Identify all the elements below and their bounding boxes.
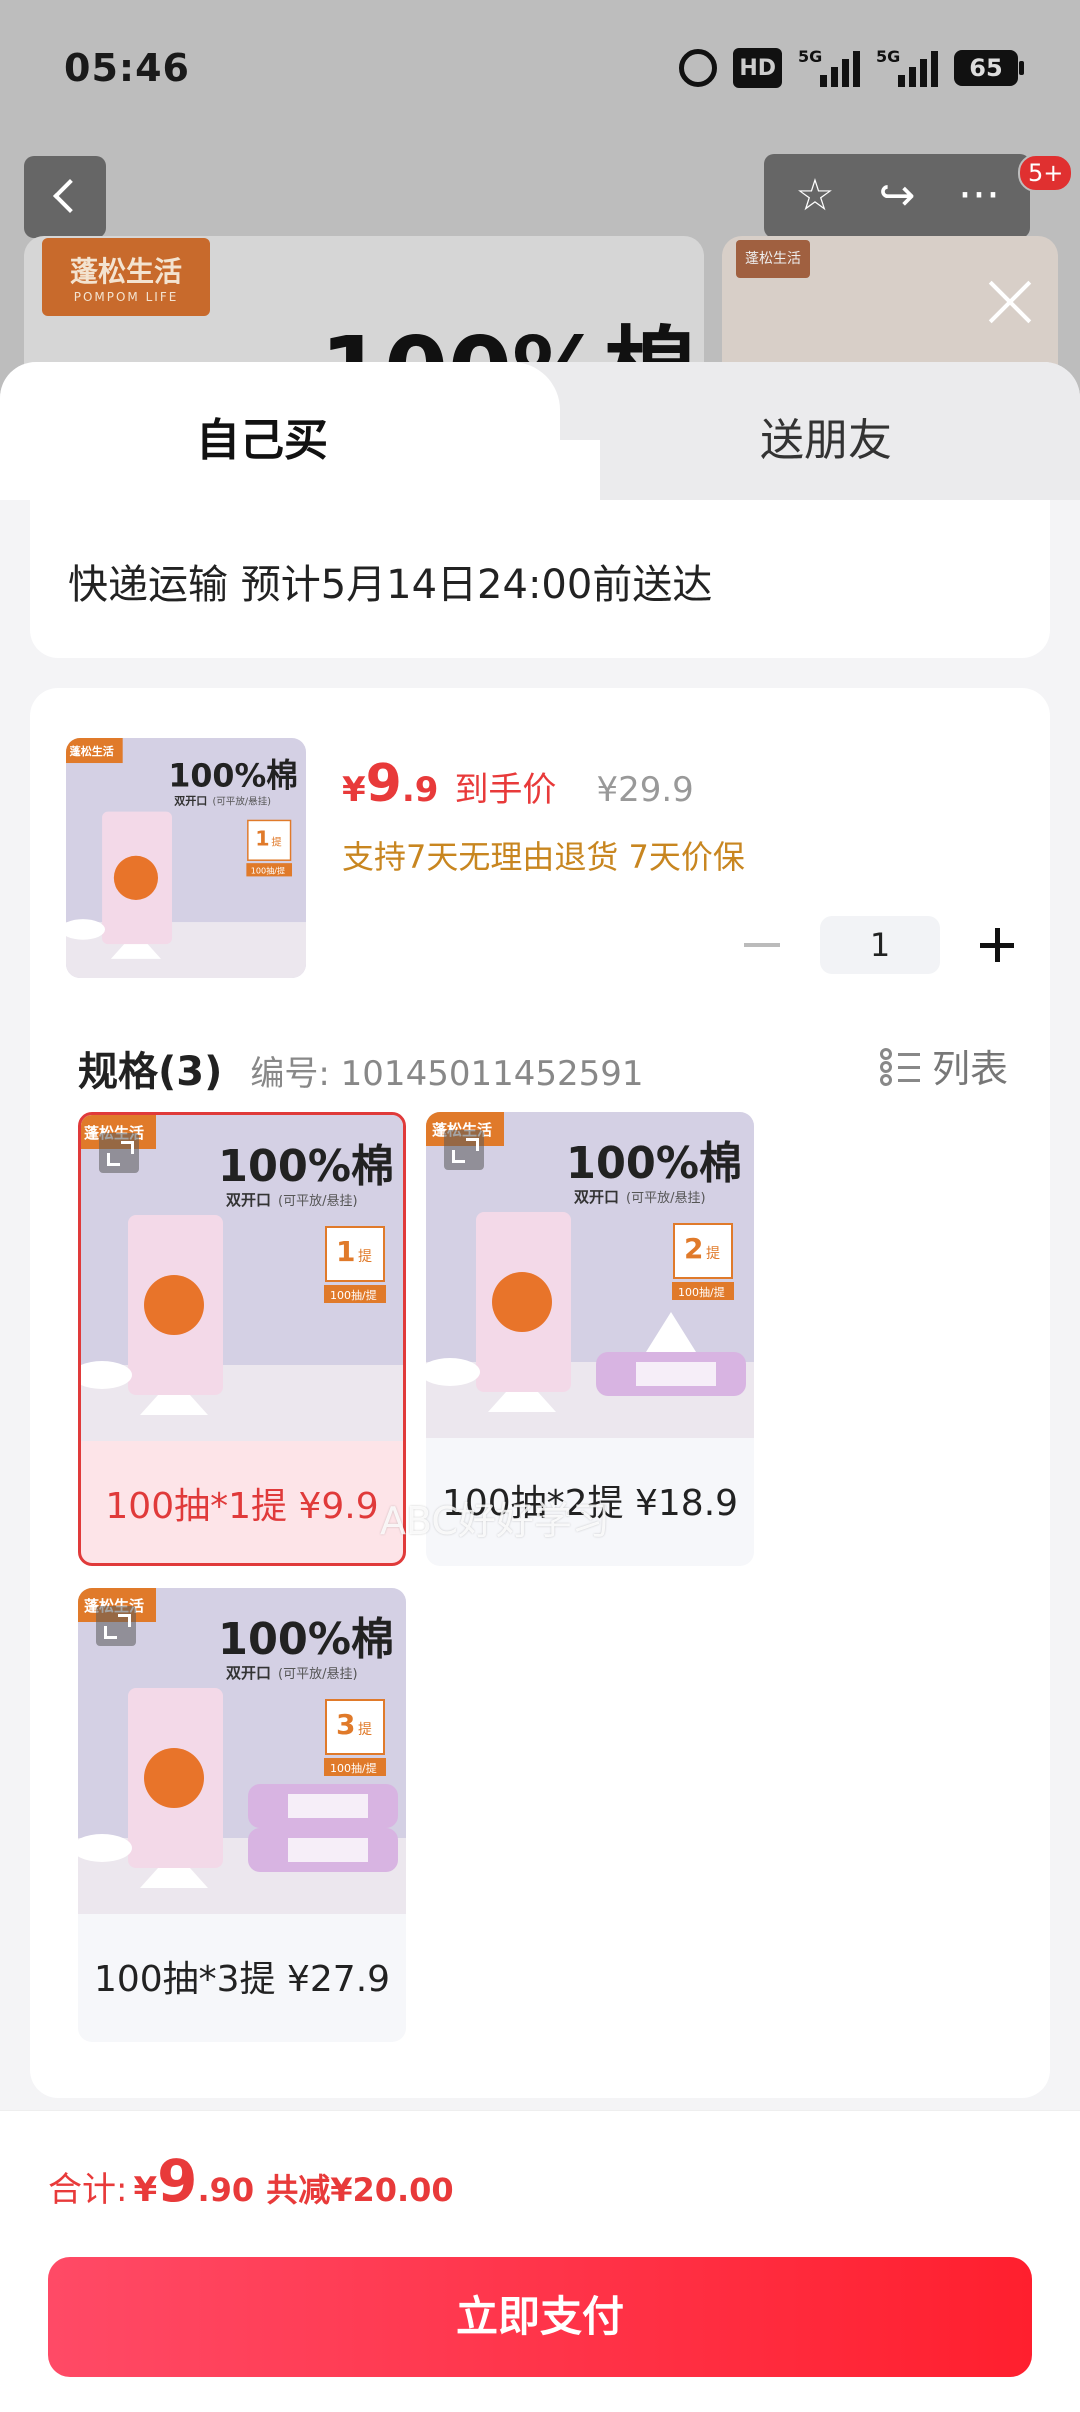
total-integer: 9 <box>157 2147 198 2215</box>
background-page: 05:46 HD 5G 5G 65 ☆ ↪ ··· 5+ 蓬松生活 POMPOM… <box>0 0 1080 420</box>
hd-icon: HD <box>733 48 782 88</box>
delivery-text: 快递运输 预计5月14日24:00前送达 <box>68 562 713 608</box>
list-view-toggle[interactable]: 列表 <box>879 1038 1008 1093</box>
quantity-field[interactable]: 1 <box>820 916 940 974</box>
subline-text: 双开口 <box>226 1191 271 1209</box>
price-currency: ¥ <box>342 770 366 810</box>
subline-note: (可平放/悬挂) <box>626 1191 706 1206</box>
quantity-stepper: 1 <box>744 916 1014 974</box>
tab-gift-friend-label[interactable]: 送朋友 <box>760 404 892 468</box>
subline-text: 双开口 <box>574 1188 619 1206</box>
headline-text: 100%棉 <box>168 757 298 795</box>
price-integer: 9 <box>365 754 402 814</box>
tab-buy-self-label[interactable]: 自己买 <box>196 404 328 468</box>
pack-unit: 提 <box>271 836 281 848</box>
pack-label <box>288 1838 368 1862</box>
spec-title: 规格(3) <box>78 1048 223 1095</box>
pack-unit: 提 <box>706 1246 720 1262</box>
price-line: ¥ 9 .9 到手价 ¥29.9 <box>342 754 694 814</box>
subline-note: (可平放/悬挂) <box>278 1667 358 1682</box>
total-currency: ¥ <box>133 2170 158 2210</box>
list-icon <box>879 1047 920 1086</box>
product-card: 蓬松生活 100%棉 双开口 (可平放/悬挂) 1 提 100抽/提 ¥ 9 .9 到手价 … <box>30 688 1050 2098</box>
mascot-figure <box>144 1275 204 1335</box>
thumb-brand-logo: 蓬松生活 <box>736 240 810 278</box>
expand-icon[interactable] <box>99 1133 139 1173</box>
mascot-figure <box>144 1748 204 1808</box>
expand-icon[interactable] <box>444 1130 484 1170</box>
back-icon[interactable] <box>24 156 106 238</box>
status-icons: HD 5G 5G 65 <box>679 47 1024 88</box>
total-savings: 共减¥20.00 <box>266 2171 454 2209</box>
subline-note: (可平放/悬挂) <box>278 1194 358 1209</box>
product-image[interactable]: 蓬松生活 100%棉 双开口 (可平放/悬挂) 1 提 100抽/提 <box>66 738 306 978</box>
brand-logo: 蓬松生活 POMPOM LIFE <box>42 238 210 316</box>
pay-now-button[interactable]: 立即支付 <box>48 2257 1032 2377</box>
network-label: 5G <box>798 47 823 66</box>
signal-icon-2: 5G <box>876 47 938 87</box>
pack-label <box>636 1362 716 1386</box>
status-bar: 05:46 HD 5G 5G 65 <box>0 0 1080 140</box>
variant-option-1[interactable]: 蓬松生活100%棉双开口(可平放/悬挂)1提100抽/提 100抽*1提 ¥9.… <box>78 1112 406 1566</box>
signal-icon: 5G <box>798 47 860 87</box>
increase-button[interactable] <box>980 928 1014 962</box>
headline-text: 100%棉 <box>218 1614 394 1665</box>
subline-note: (可平放/悬挂) <box>213 795 272 807</box>
variant-option-3[interactable]: 蓬松生活100%棉双开口(可平放/悬挂)3提100抽/提 100抽*3提 ¥27… <box>78 1588 406 2042</box>
alarm-icon <box>679 49 718 87</box>
pack-label <box>288 1794 368 1818</box>
pack-count-number: 1 <box>255 826 269 850</box>
brand-name-en: POMPOM LIFE <box>73 290 179 304</box>
brand-name-cn: 蓬松生活 <box>69 255 182 288</box>
list-view-label: 列表 <box>931 1047 1008 1091</box>
count-text: 100抽/提 <box>330 1761 377 1775</box>
variant-label: 100抽*3提 ¥27.9 <box>93 1959 391 2000</box>
product-illustration: 蓬松生活 100%棉双开口 (可平放/悬挂) 1提 100抽/提 <box>66 738 306 978</box>
headline-text: 100%棉 <box>566 1138 742 1189</box>
star-icon[interactable]: ☆ <box>780 174 850 218</box>
subline-text: 双开口 <box>226 1664 271 1682</box>
share-icon[interactable]: ↪ <box>862 174 932 218</box>
more-icon[interactable]: ··· <box>944 174 1014 218</box>
purchase-sheet: 自己买 送朋友 快递运输 预计5月14日24:00前送达 蓬松生活 100%棉 双开… <box>0 362 1080 2412</box>
nav-action-bar: ☆ ↪ ··· <box>764 154 1030 238</box>
count-text: 100抽/提 <box>678 1285 725 1299</box>
brand-badge-text: 蓬松生活 <box>70 744 114 758</box>
message-badge: 5+ <box>1018 154 1074 192</box>
service-promise: 支持7天无理由退货 7天价保 <box>342 838 745 876</box>
battery-icon: 65 <box>954 50 1024 86</box>
status-time: 05:46 <box>64 46 190 90</box>
pack-count-number: 2 <box>684 1232 703 1265</box>
pack-unit: 提 <box>358 1722 372 1738</box>
checkout-footer: 合计: ¥ 9 .90 共减¥20.00 立即支付 <box>0 2110 1080 2412</box>
spec-header: 规格(3) 编号: 10145011452591 列表 <box>78 1038 1008 1097</box>
close-icon[interactable] <box>980 272 1040 332</box>
variant-label: 100抽*1提 ¥9.9 <box>105 1486 379 1527</box>
headline-text: 100%棉 <box>218 1141 394 1192</box>
order-total: 合计: ¥ 9 .90 共减¥20.00 <box>48 2147 454 2215</box>
pack-count-number: 3 <box>336 1708 355 1741</box>
mascot-figure <box>113 855 159 900</box>
price-tag: 到手价 <box>454 770 557 810</box>
network-label-2: 5G <box>876 47 901 66</box>
decrease-button[interactable] <box>744 943 780 947</box>
total-label: 合计: <box>48 2170 128 2210</box>
price-decimal: .9 <box>401 770 439 810</box>
expand-icon[interactable] <box>96 1606 136 1646</box>
watermark: ABC好好学习 <box>380 1499 610 1543</box>
count-text: 100抽/提 <box>251 865 285 875</box>
item-code: 编号: 10145011452591 <box>250 1053 644 1094</box>
original-price: ¥29.9 <box>596 770 694 810</box>
pack-unit: 提 <box>358 1249 372 1265</box>
purchase-tabs: 自己买 送朋友 <box>0 362 1080 500</box>
total-decimal: .90 <box>197 2171 255 2209</box>
mascot-figure <box>492 1272 552 1332</box>
delivery-info: 快递运输 预计5月14日24:00前送达 <box>30 500 1050 658</box>
subline-text: 双开口 <box>174 794 207 807</box>
pack-count-number: 1 <box>336 1235 355 1268</box>
count-text: 100抽/提 <box>330 1288 377 1302</box>
